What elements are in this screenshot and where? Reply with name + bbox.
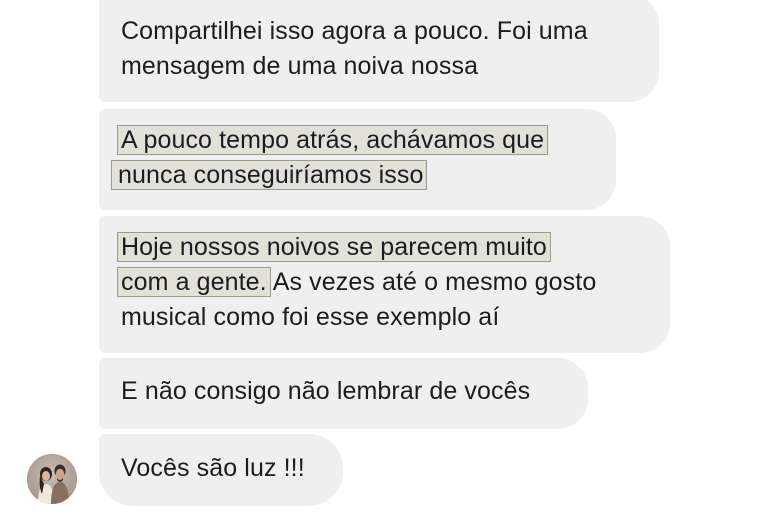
message-bubble[interactable]: E não consigo não lembrar de vocês [99, 358, 588, 429]
message-text-line: Vocês são luz !!! [121, 454, 305, 482]
text-highlight: com a gente. [117, 267, 271, 297]
message-text-line: A pouco tempo atrás, achávamos que [116, 123, 594, 158]
message-text: As vezes até o mesmo gosto [272, 268, 597, 296]
message-bubble[interactable]: Hoje nossos noivos se parecem muito com … [99, 216, 670, 353]
message-bubble[interactable]: A pouco tempo atrás, achávamos que nunca… [99, 109, 616, 210]
message-text-line: E não consigo não lembrar de vocês [121, 377, 531, 405]
message-text-line: Hoje nossos noivos se parecem muito [117, 230, 648, 265]
message-bubble[interactable]: Compartilhei isso agora a pouco. Foi uma… [99, 0, 659, 102]
message-text-line: com a gente. As vezes até o mesmo gosto [117, 265, 648, 300]
message-text-line: musical como foi esse exemplo aí [121, 303, 500, 331]
message-text-line: Compartilhei isso agora a pouco. Foi uma [121, 17, 588, 45]
couple-photo-icon [27, 454, 77, 504]
text-highlight: nunca conseguiríamos isso [110, 160, 428, 190]
message-text-line: mensagem de uma noiva nossa [121, 52, 479, 80]
text-highlight: Hoje nossos noivos se parecem muito [117, 232, 551, 262]
text-highlight: A pouco tempo atrás, achávamos que [116, 125, 549, 155]
avatar[interactable] [27, 454, 77, 504]
message-bubble[interactable]: Vocês são luz !!! [99, 434, 343, 506]
message-text-line: nunca conseguiríamos isso [110, 158, 594, 193]
